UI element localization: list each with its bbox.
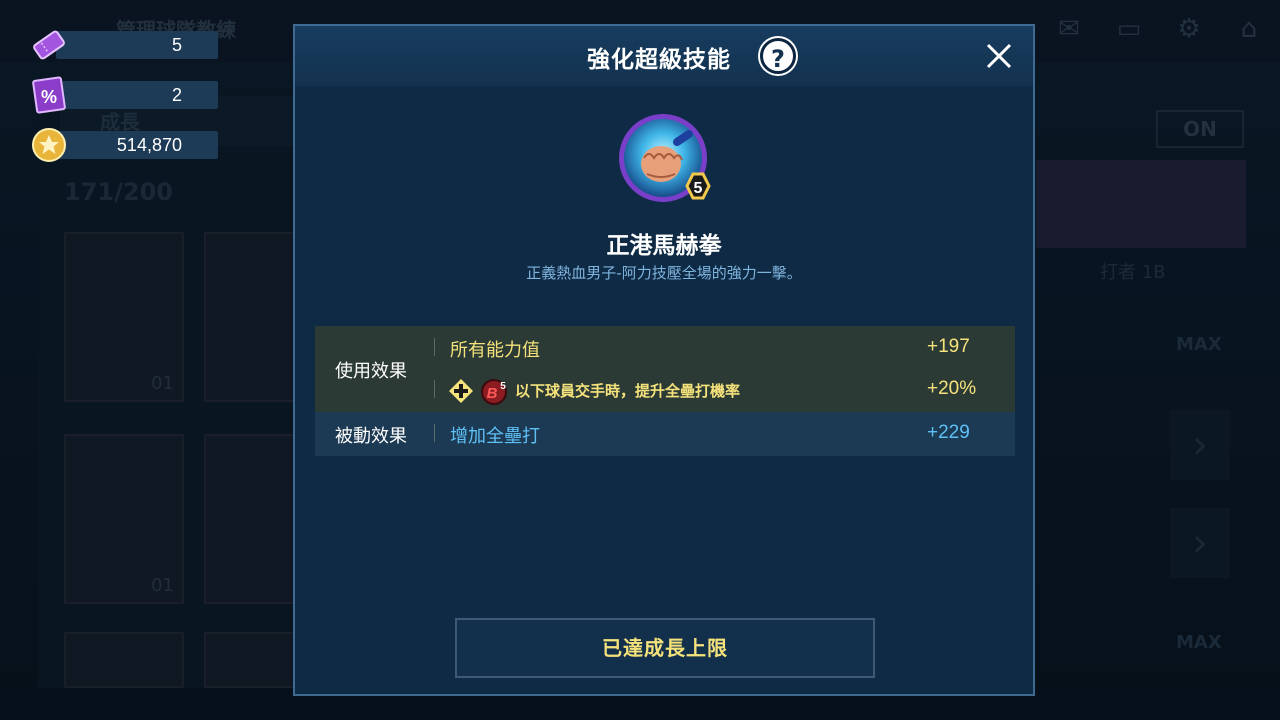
svg-text:5: 5 [500,381,506,392]
skill-icon: 5 [619,114,711,202]
plus-diamond-icon [449,379,473,403]
svg-text:%: % [41,87,57,107]
hud-coins: 514,870 [30,126,218,162]
passive-stat-value: +229 [927,422,970,443]
divider [434,338,435,356]
skill-name: 正港馬赫拳 [606,233,722,259]
modal-title: 強化超級技能 [587,47,731,73]
percent-coupon-icon: % [32,76,66,114]
svg-text:B: B [487,385,498,402]
hud-bar [56,81,218,109]
coin-icon [32,128,66,162]
skill-description: 正義熱血男子-阿力技壓全場的強力一擊。 [526,264,802,282]
tickets-count: 5 [171,35,182,55]
ticket-icon [33,30,65,60]
coins-count: 514,870 [116,135,182,155]
divider [434,424,435,442]
hud-tickets: 5 [30,26,218,62]
effects-table: 使用效果 所有能力值 +197 B 5 以下球員交手時，提升全壘打機率 +20%… [315,326,1015,456]
b5-badge-icon: B 5 [481,379,507,405]
active-stat-name: 所有能力值 [450,340,540,361]
active-effect-row: 使用效果 所有能力值 +197 B 5 以下球員交手時，提升全壘打機率 +20% [315,326,1015,412]
condition-text: 以下球員交手時，提升全壘打機率 [515,382,741,400]
active-effect-label: 使用效果 [335,361,407,382]
growth-limit-button[interactable]: 已達成長上限 [455,618,875,678]
passive-effect-row: 被動效果 增加全壘打 +229 [315,412,1015,456]
enhance-skill-modal: 強化超級技能 ? 5 正港馬赫拳 正義熱血男子-阿力技壓全場的強力一擊。 使用效… [293,24,1035,696]
passive-stat-name: 增加全壘打 [450,426,540,447]
condition-value: +20% [927,378,977,399]
close-icon[interactable] [983,40,1015,72]
passive-effect-label: 被動效果 [335,426,407,447]
divider [434,380,435,398]
active-stat-value: +197 [927,336,970,357]
modal-header: 強化超級技能 ? [295,26,1033,86]
hud-coupons: % 2 [30,76,218,114]
help-icon[interactable]: ? [760,38,796,74]
skill-level: 5 [694,180,703,197]
hud-bar [56,31,218,59]
coupons-count: 2 [171,85,182,105]
